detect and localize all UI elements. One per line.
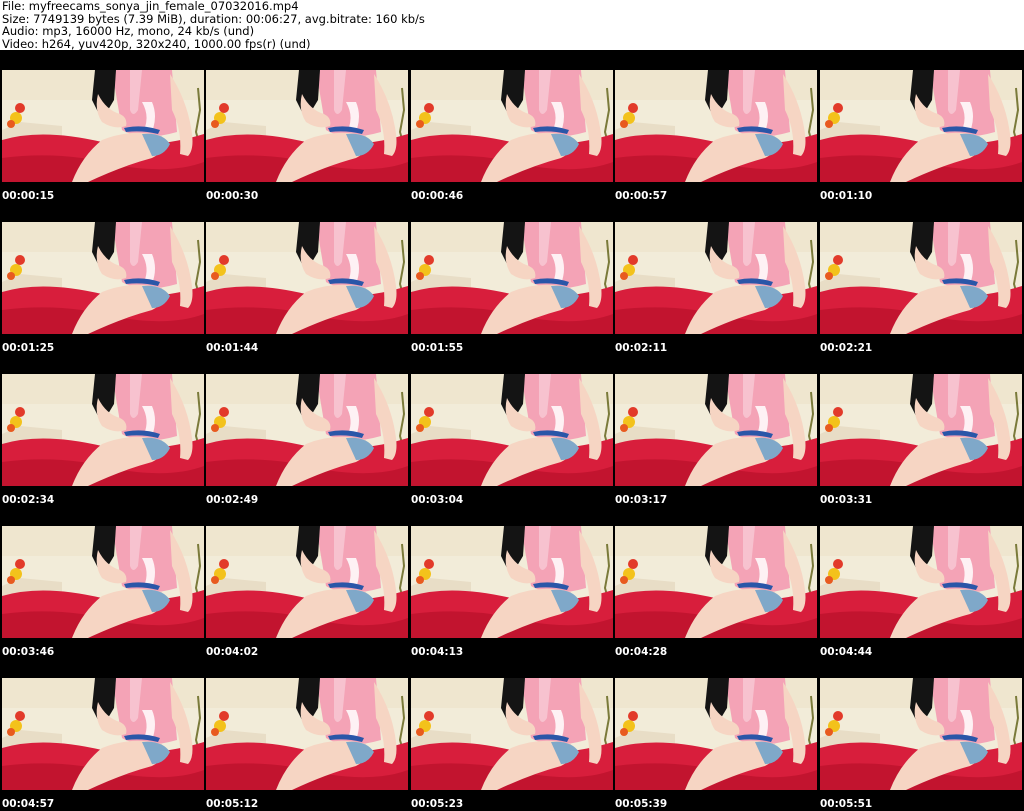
video-frame-thumbnail bbox=[820, 526, 1022, 638]
video-frame-thumbnail bbox=[2, 222, 204, 334]
thumbnail-cell: 00:03:31 bbox=[818, 354, 1022, 506]
video-frame-thumbnail bbox=[411, 678, 613, 790]
frame-timestamp: 00:03:04 bbox=[411, 494, 464, 506]
thumbnail-cell: 00:00:57 bbox=[613, 50, 817, 202]
thumbnail-cell: 00:02:34 bbox=[0, 354, 204, 506]
frame-timestamp: 00:01:44 bbox=[206, 342, 259, 354]
video-frame-thumbnail bbox=[820, 374, 1022, 486]
video-frame-thumbnail bbox=[615, 222, 817, 334]
thumbnail-cell: 00:01:25 bbox=[0, 202, 204, 354]
frame-timestamp: 00:01:10 bbox=[820, 190, 873, 202]
video-frame-thumbnail bbox=[411, 222, 613, 334]
frame-timestamp: 00:04:28 bbox=[615, 646, 668, 658]
video-frame-thumbnail bbox=[615, 678, 817, 790]
frame-timestamp: 00:02:49 bbox=[206, 494, 259, 506]
audio-info-line: Audio: mp3, 16000 Hz, mono, 24 kb/s (und… bbox=[2, 24, 255, 38]
thumbnail-cell: 00:04:57 bbox=[0, 658, 204, 810]
video-frame-thumbnail bbox=[411, 374, 613, 486]
video-frame-thumbnail bbox=[206, 526, 408, 638]
frame-timestamp: 00:03:31 bbox=[820, 494, 873, 506]
video-frame-thumbnail bbox=[206, 70, 408, 182]
file-name-line: File: myfreecams_sonya_jin_female_070320… bbox=[2, 0, 299, 13]
frame-timestamp: 00:03:46 bbox=[2, 646, 55, 658]
video-frame-thumbnail bbox=[2, 678, 204, 790]
video-frame-thumbnail bbox=[615, 70, 817, 182]
video-frame-thumbnail bbox=[2, 526, 204, 638]
video-frame-thumbnail bbox=[206, 374, 408, 486]
thumbnail-cell: 00:00:46 bbox=[409, 50, 613, 202]
thumbnail-cell: 00:00:30 bbox=[204, 50, 408, 202]
frame-timestamp: 00:05:51 bbox=[820, 798, 873, 810]
thumbnail-grid: 00:00:15 00:00:30 00:00:46 00:00:57 00:0… bbox=[0, 50, 1024, 811]
video-frame-thumbnail bbox=[2, 374, 204, 486]
thumbnail-cell: 00:05:39 bbox=[613, 658, 817, 810]
thumbnail-cell: 00:04:13 bbox=[409, 506, 613, 658]
thumbnail-cell: 00:02:21 bbox=[818, 202, 1022, 354]
video-frame-thumbnail bbox=[206, 222, 408, 334]
frame-timestamp: 00:04:13 bbox=[411, 646, 464, 658]
frame-timestamp: 00:04:02 bbox=[206, 646, 259, 658]
thumbnail-cell: 00:05:51 bbox=[818, 658, 1022, 810]
video-frame-thumbnail bbox=[615, 374, 817, 486]
frame-timestamp: 00:00:46 bbox=[411, 190, 464, 202]
frame-timestamp: 00:01:25 bbox=[2, 342, 55, 354]
thumbnail-cell: 00:04:44 bbox=[818, 506, 1022, 658]
frame-timestamp: 00:05:23 bbox=[411, 798, 464, 810]
frame-timestamp: 00:02:11 bbox=[615, 342, 668, 354]
thumbnail-cell: 00:01:55 bbox=[409, 202, 613, 354]
thumbnail-cell: 00:04:28 bbox=[613, 506, 817, 658]
thumbnail-cell: 00:01:10 bbox=[818, 50, 1022, 202]
video-info-line: Video: h264, yuv420p, 320x240, 1000.00 f… bbox=[2, 36, 311, 51]
thumbnail-cell: 00:03:46 bbox=[0, 506, 204, 658]
frame-timestamp: 00:00:57 bbox=[615, 190, 668, 202]
thumbnail-cell: 00:04:02 bbox=[204, 506, 408, 658]
video-frame-thumbnail bbox=[820, 222, 1022, 334]
video-frame-thumbnail bbox=[411, 526, 613, 638]
video-frame-thumbnail bbox=[820, 678, 1022, 790]
media-info-header: File: myfreecams_sonya_jin_female_070320… bbox=[2, 0, 1022, 50]
thumbnail-cell: 00:05:12 bbox=[204, 658, 408, 810]
thumbnail-cell: 00:02:49 bbox=[204, 354, 408, 506]
thumbnail-cell: 00:05:23 bbox=[409, 658, 613, 810]
frame-timestamp: 00:04:44 bbox=[820, 646, 873, 658]
thumbnail-cell: 00:03:17 bbox=[613, 354, 817, 506]
video-frame-thumbnail bbox=[2, 70, 204, 182]
contact-sheet-page: File: myfreecams_sonya_jin_female_070320… bbox=[0, 0, 1024, 811]
thumbnail-cell: 00:00:15 bbox=[0, 50, 204, 202]
frame-timestamp: 00:00:30 bbox=[206, 190, 259, 202]
thumbnail-cell: 00:03:04 bbox=[409, 354, 613, 506]
frame-timestamp: 00:04:57 bbox=[2, 798, 55, 810]
thumbnail-cell: 00:01:44 bbox=[204, 202, 408, 354]
frame-timestamp: 00:02:34 bbox=[2, 494, 55, 506]
video-frame-thumbnail bbox=[411, 70, 613, 182]
frame-timestamp: 00:00:15 bbox=[2, 190, 55, 202]
frame-timestamp: 00:02:21 bbox=[820, 342, 873, 354]
video-frame-thumbnail bbox=[615, 526, 817, 638]
frame-timestamp: 00:05:39 bbox=[615, 798, 668, 810]
thumbnail-cell: 00:02:11 bbox=[613, 202, 817, 354]
frame-timestamp: 00:05:12 bbox=[206, 798, 259, 810]
frame-timestamp: 00:03:17 bbox=[615, 494, 668, 506]
video-frame-thumbnail bbox=[820, 70, 1022, 182]
frame-timestamp: 00:01:55 bbox=[411, 342, 464, 354]
video-frame-thumbnail bbox=[206, 678, 408, 790]
